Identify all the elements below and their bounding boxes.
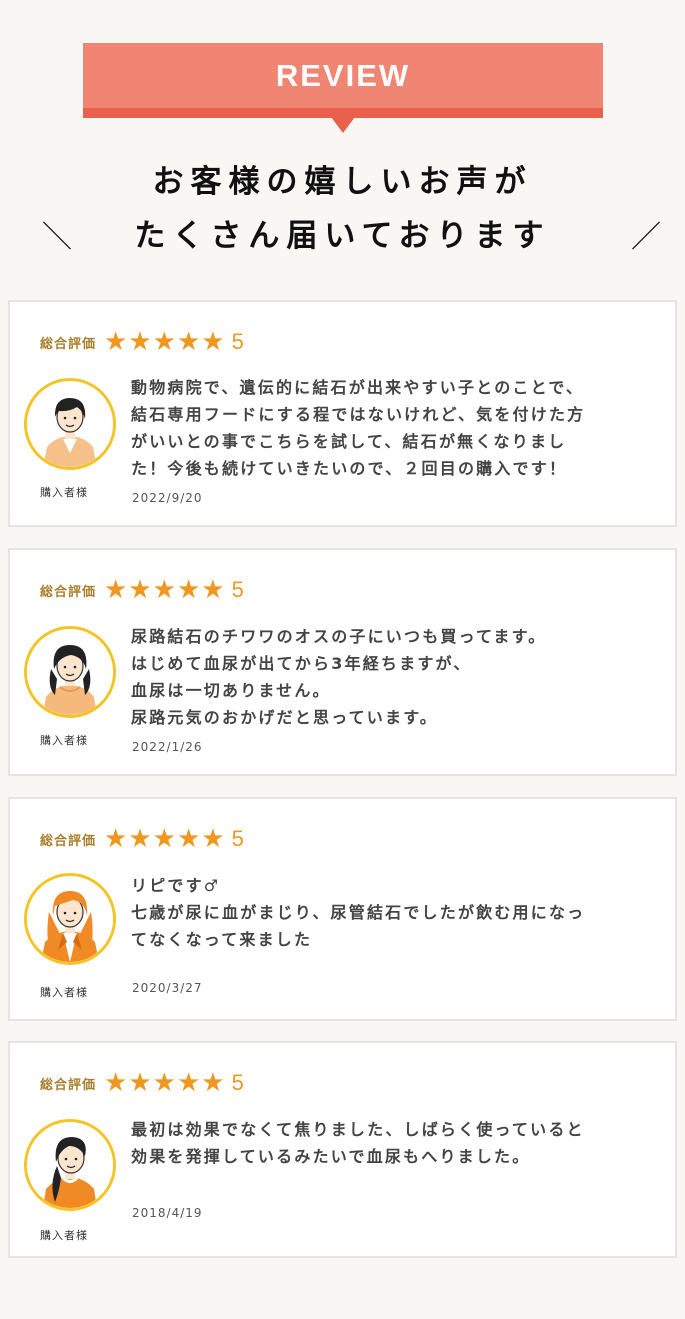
star-icon: ★ xyxy=(176,1068,201,1098)
headline-slash-right: ／ xyxy=(631,220,661,255)
curly-hair-woman-icon xyxy=(24,626,116,718)
buyer-label: 購入者様 xyxy=(40,734,88,747)
rating-score: 5 xyxy=(231,577,244,602)
rating-score: 5 xyxy=(231,1070,244,1095)
short-hair-woman-icon xyxy=(24,378,116,470)
review-date: 2020/3/27 xyxy=(132,981,203,995)
star-rating: ★ ★ ★ ★ ★ xyxy=(104,577,226,603)
star-icon: ★ xyxy=(201,824,225,854)
ponytail-woman-icon xyxy=(24,1119,116,1211)
star-rating: ★ ★ ★ ★ ★ xyxy=(104,1070,226,1096)
headline-line-2: たくさん届いております xyxy=(134,218,551,254)
review-card: 総合評価 ★ ★ ★ ★ ★ 5 購入者様 リピです♂ 七歳が尿に血がまじり、尿管結石で… xyxy=(8,797,677,1021)
headline-line-1: お客様の嬉しいお声が xyxy=(152,164,533,200)
star-icon: ★ xyxy=(152,824,176,854)
star-icon: ★ xyxy=(201,327,225,357)
review-banner: REVIEW xyxy=(83,43,603,133)
rating-label: 総合評価 xyxy=(40,1077,97,1093)
review-text: リピです♂ 七歳が尿に血がまじり、尿管結石でしたが飲む用になっ てなくなって来ま… xyxy=(131,876,586,949)
buyer-label: 購入者様 xyxy=(40,486,88,499)
review-date: 2018/4/19 xyxy=(132,1206,203,1220)
star-icon: ★ xyxy=(104,575,128,605)
star-icon: ★ xyxy=(128,575,152,605)
star-icon: ★ xyxy=(104,824,128,854)
review-text: 動物病院で、遺伝的に結石が出来やすい子とのことで、 結石専用フードにする程ではな… xyxy=(131,378,586,478)
rating-label: 総合評価 xyxy=(40,833,97,849)
banner-title: REVIEW xyxy=(275,57,411,93)
star-icon: ★ xyxy=(176,575,201,605)
star-icon: ★ xyxy=(176,327,201,357)
headline-slash-left: ＼ xyxy=(42,220,72,255)
rating-score: 5 xyxy=(231,826,244,851)
buyer-label: 購入者様 xyxy=(40,1229,88,1242)
rating: 総合評価 ★ ★ ★ ★ ★ 5 xyxy=(40,577,244,603)
review-card: 総合評価 ★ ★ ★ ★ ★ 5 購入者様 動物病院で、遺伝的に結石が出来やすい子とのこ… xyxy=(8,300,677,527)
review-date: 2022/9/20 xyxy=(132,491,203,505)
long-orange-hair-woman-icon xyxy=(24,873,116,965)
star-icon: ★ xyxy=(152,327,176,357)
banner-pointer xyxy=(331,117,355,133)
rating-score: 5 xyxy=(231,329,244,354)
rating: 総合評価 ★ ★ ★ ★ ★ 5 xyxy=(40,329,244,355)
star-rating: ★ ★ ★ ★ ★ xyxy=(104,329,226,355)
star-icon: ★ xyxy=(128,824,152,854)
star-icon: ★ xyxy=(152,575,176,605)
star-icon: ★ xyxy=(104,327,128,357)
review-text: 尿路結石のチワワのオスの子にいつも買ってます。 はじめて血尿が出てから3年経ちま… xyxy=(131,627,547,727)
star-icon: ★ xyxy=(176,824,201,854)
review-card: 総合評価 ★ ★ ★ ★ ★ 5 購入者様 尿路結石のチワワのオスの子にいつも買ってます… xyxy=(8,548,677,776)
review-text: 最初は効果でなくて焦りました、しばらく使っていると 効果を発揮しているみたいで血… xyxy=(131,1120,585,1166)
banner-body: REVIEW xyxy=(83,43,603,108)
rating: 総合評価 ★ ★ ★ ★ ★ 5 xyxy=(40,1070,244,1096)
rating-label: 総合評価 xyxy=(40,336,97,352)
star-icon: ★ xyxy=(104,1068,128,1098)
star-icon: ★ xyxy=(128,1068,152,1098)
star-rating: ★ ★ ★ ★ ★ xyxy=(104,826,226,852)
rating: 総合評価 ★ ★ ★ ★ ★ 5 xyxy=(40,826,244,852)
star-icon: ★ xyxy=(152,1068,176,1098)
review-card: 総合評価 ★ ★ ★ ★ ★ 5 購入者様 最初は効果でなくて焦りました、しばらく使って… xyxy=(8,1041,677,1258)
star-icon: ★ xyxy=(201,1068,225,1098)
star-icon: ★ xyxy=(128,327,152,357)
review-date: 2022/1/26 xyxy=(132,740,203,754)
star-icon: ★ xyxy=(201,575,225,605)
buyer-label: 購入者様 xyxy=(40,986,88,999)
rating-label: 総合評価 xyxy=(40,584,97,600)
